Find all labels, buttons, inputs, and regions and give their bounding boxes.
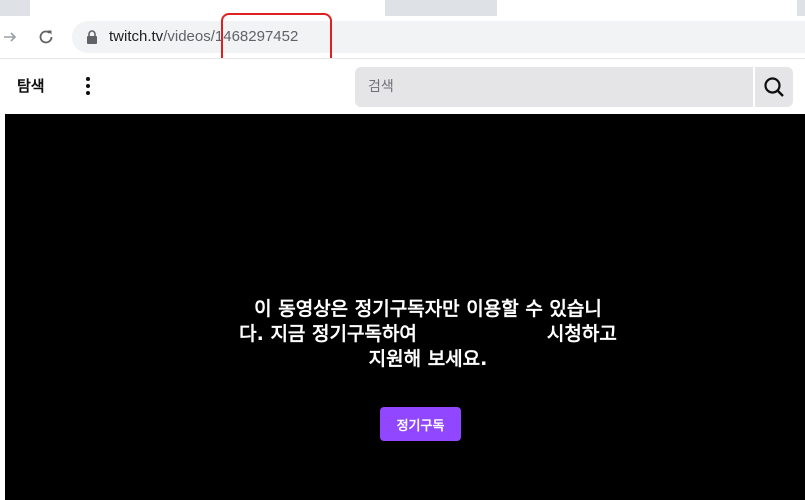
- browser-toolbar: twitch.tv/videos/1468297452: [0, 16, 805, 58]
- more-menu-button[interactable]: [79, 73, 97, 99]
- more-dots-icon: [86, 91, 90, 95]
- tab-edge: [497, 0, 797, 16]
- more-dots-icon: [86, 77, 90, 81]
- search-icon: [764, 77, 784, 97]
- reload-icon: [39, 30, 53, 44]
- url-host: twitch.tv: [109, 28, 164, 45]
- video-player: 이 동영상은 정기구독자만 이용할 수 있습니 다. 지금 정기구독하여 시청하고…: [5, 114, 805, 500]
- subscribe-button[interactable]: 정기구독: [380, 407, 461, 441]
- message-line-1: 이 동영상은 정기구독자만 이용할 수 있습니: [254, 298, 602, 320]
- more-dots-icon: [86, 84, 90, 88]
- message-line-2: 다. 지금 정기구독하여 시청하고: [213, 322, 643, 347]
- browser-tabstrip: [0, 0, 805, 16]
- subscriber-only-message: 이 동영상은 정기구독자만 이용할 수 있습니 다. 지금 정기구독하여 시청하고…: [213, 297, 643, 372]
- browse-link[interactable]: 탐색: [17, 75, 45, 96]
- search-bar: [355, 67, 793, 107]
- search-input[interactable]: [355, 67, 753, 107]
- tab-edge: [30, 0, 385, 16]
- message-line-2-end: 시청하고: [546, 323, 617, 345]
- forward-button[interactable]: [0, 24, 23, 50]
- message-line-2-start: 다. 지금 정기구독하여: [239, 323, 417, 345]
- search-button[interactable]: [755, 67, 793, 107]
- url-path: /videos/: [163, 28, 215, 45]
- message-line-3: 지원해 보세요.: [368, 348, 488, 370]
- address-bar[interactable]: twitch.tv/videos/1468297452: [72, 21, 805, 53]
- lock-icon: [87, 30, 97, 44]
- reload-button[interactable]: [33, 24, 59, 50]
- forward-arrow-icon: [4, 32, 17, 42]
- site-top-nav: 탐색: [0, 58, 805, 114]
